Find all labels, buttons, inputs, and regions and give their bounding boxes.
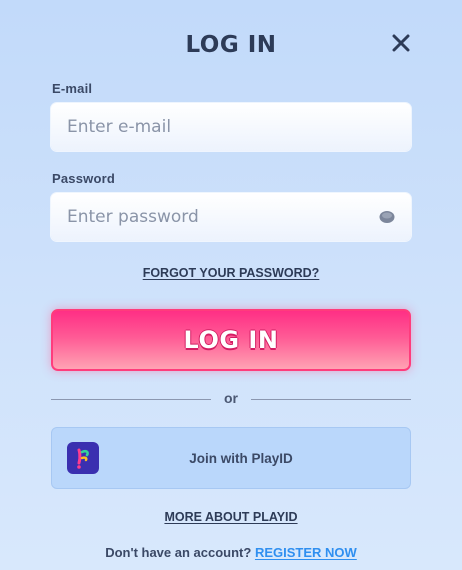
forgot-password-link[interactable]: FORGOT YOUR PASSWORD? [0,266,462,280]
register-row: Don't have an account? REGISTER NOW [0,545,462,560]
more-about-playid-link[interactable]: MORE ABOUT PLAYID [0,510,462,524]
playid-button-label: Join with PlayID [189,450,293,466]
divider-or-text: or [224,390,238,406]
login-button-label: LOG IN [183,326,279,354]
eye-icon[interactable] [379,210,395,224]
email-field[interactable] [51,103,411,151]
register-now-link[interactable]: REGISTER NOW [255,545,357,560]
email-field-container [51,103,411,151]
close-icon [392,34,410,52]
email-label: E-mail [52,81,93,96]
password-field[interactable] [51,193,411,241]
login-button[interactable]: LOG IN [51,309,411,371]
close-button[interactable] [388,30,414,56]
divider-line-right [251,399,411,400]
register-prompt: Don't have an account? [105,545,252,560]
password-field-container [51,193,411,241]
join-with-playid-button[interactable]: Join with PlayID [51,427,411,489]
password-label: Password [52,171,116,186]
divider-line-left [51,399,211,400]
